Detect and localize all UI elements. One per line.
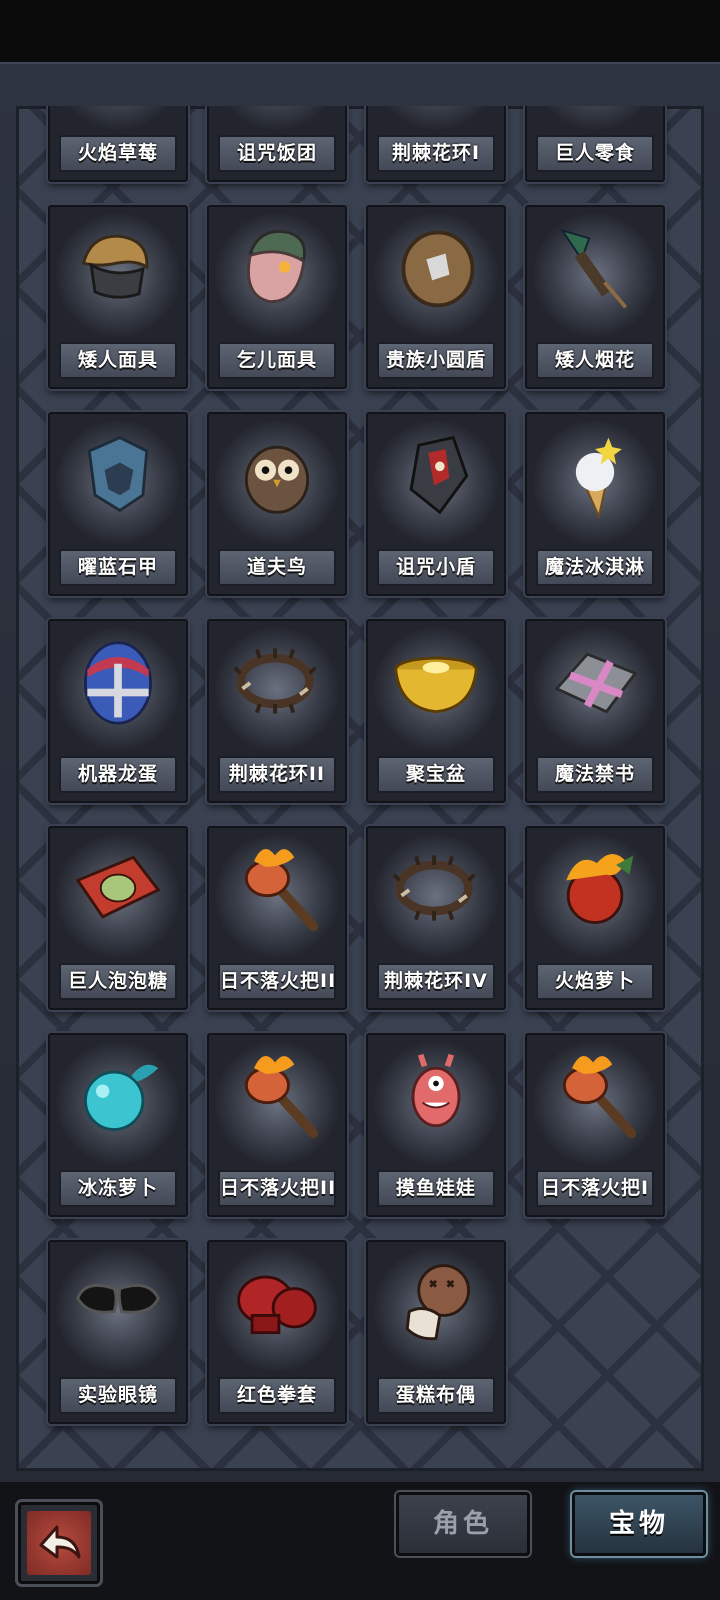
treasure-card[interactable]: 荆棘花环II	[207, 619, 347, 803]
treasure-label: 红色拳套	[218, 1377, 336, 1414]
treasure-card[interactable]: 矮人面具	[48, 205, 188, 389]
giant-bubblegum-icon	[72, 842, 164, 934]
forbidden-book-icon	[549, 635, 641, 727]
treasure-card[interactable]: 贵族小圆盾	[366, 205, 506, 389]
treasure-card[interactable]: 乞儿面具	[207, 205, 347, 389]
treasure-card[interactable]: 巨人零食	[525, 106, 665, 182]
treasure-grid-panel[interactable]: 火焰草莓可诅咒饭团荆棘花环I 巨人零食矮人面具 乞儿面具 贵族小圆盾 矮人烟花曜蓝石甲 道…	[16, 106, 704, 1471]
blue-stone-armor-icon	[72, 428, 164, 520]
thorn-wreath-icon	[390, 842, 482, 934]
treasure-label: 火焰草莓	[59, 135, 177, 172]
treasure-card[interactable]: 诅咒小盾	[366, 412, 506, 596]
treasure-label: 巨人零食	[536, 135, 654, 172]
treasure-card[interactable]: 摸鱼娃娃	[366, 1033, 506, 1217]
status-bar	[0, 0, 720, 62]
treasure-card[interactable]: 冰冻萝卜	[48, 1033, 188, 1217]
treasure-label: 荆棘花环II	[218, 756, 336, 793]
treasure-card[interactable]: 蛋糕布偶	[366, 1240, 506, 1424]
card-glow	[533, 106, 657, 130]
treasure-label: 实验眼镜	[59, 1377, 177, 1414]
treasure-card[interactable]: 曜蓝石甲	[48, 412, 188, 596]
beggar-mask-icon	[231, 221, 323, 313]
torch-icon	[549, 1049, 641, 1141]
treasure-card[interactable]: 机器龙蛋	[48, 619, 188, 803]
treasure-label: 贵族小圆盾	[377, 342, 495, 379]
treasure-card[interactable]: 红色拳套	[207, 1240, 347, 1424]
treasure-card[interactable]: 日不落火把II	[207, 1033, 347, 1217]
treasure-card[interactable]: 巨人泡泡糖	[48, 826, 188, 1010]
dwarf-firework-icon	[549, 221, 641, 313]
treasure-card[interactable]: 聚宝盆	[366, 619, 506, 803]
treasure-label: 冰冻萝卜	[59, 1170, 177, 1207]
treasure-label: 日不落火把I	[536, 1170, 654, 1207]
treasure-label: 摸鱼娃娃	[377, 1170, 495, 1207]
treasure-label: 荆棘花环IV	[377, 963, 495, 1000]
treasure-card[interactable]: 火焰草莓	[48, 106, 188, 182]
treasure-card[interactable]: 道夫鸟	[207, 412, 347, 596]
lab-goggles-icon	[72, 1256, 164, 1348]
treasure-label: 日不落火把II	[218, 963, 336, 1000]
treasure-label: 聚宝盆	[377, 756, 495, 793]
card-glow	[374, 106, 498, 130]
torch-icon	[231, 1049, 323, 1141]
treasure-label: 魔法冰淇淋	[536, 549, 654, 586]
treasure-bowl-icon	[390, 635, 482, 727]
treasure-card[interactable]: 矮人烟花	[525, 205, 665, 389]
treasure-card[interactable]: 荆棘花环I	[366, 106, 506, 182]
treasure-card[interactable]: 日不落火把II	[207, 826, 347, 1010]
mech-dragon-egg-icon	[72, 635, 164, 727]
tab-role[interactable]: 角色	[396, 1492, 530, 1556]
owl-bird-icon	[231, 428, 323, 520]
treasure-card[interactable]: 火焰萝卜	[525, 826, 665, 1010]
dwarf-mask-icon	[72, 221, 164, 313]
treasure-label: 道夫鸟	[218, 549, 336, 586]
slacker-doll-icon	[390, 1049, 482, 1141]
treasure-card[interactable]: 魔法禁书	[525, 619, 665, 803]
treasure-card[interactable]: 日不落火把I	[525, 1033, 665, 1217]
treasure-label: 荆棘花环I	[377, 135, 495, 172]
frozen-radish-icon	[72, 1049, 164, 1141]
card-glow	[56, 106, 180, 130]
thorn-wreath-icon	[231, 635, 323, 727]
treasure-label: 曜蓝石甲	[59, 549, 177, 586]
noble-buckler-icon	[390, 221, 482, 313]
treasure-label: 矮人面具	[59, 342, 177, 379]
cake-doll-icon	[390, 1256, 482, 1348]
treasure-label: 日不落火把II	[218, 1170, 336, 1207]
back-button[interactable]	[18, 1502, 100, 1584]
treasure-label: 魔法禁书	[536, 756, 654, 793]
treasure-card[interactable]: 实验眼镜	[48, 1240, 188, 1424]
tab-treasure[interactable]: 宝物	[572, 1492, 706, 1556]
treasure-label: 机器龙蛋	[59, 756, 177, 793]
treasure-label: 诅咒饭团	[218, 135, 336, 172]
treasure-label: 矮人烟花	[536, 342, 654, 379]
treasure-card[interactable]: 可诅咒饭团	[207, 106, 347, 182]
treasure-card[interactable]: 魔法冰淇淋	[525, 412, 665, 596]
treasure-label: 乞儿面具	[218, 342, 336, 379]
treasure-label: 火焰萝卜	[536, 963, 654, 1000]
fire-radish-icon	[549, 842, 641, 934]
card-glow	[215, 106, 339, 130]
treasure-label: 蛋糕布偶	[377, 1377, 495, 1414]
treasure-label: 巨人泡泡糖	[59, 963, 177, 1000]
cursed-shield-icon	[390, 428, 482, 520]
treasure-label: 诅咒小盾	[377, 549, 495, 586]
back-arrow-icon	[27, 1511, 91, 1575]
treasure-card[interactable]: 荆棘花环IV	[366, 826, 506, 1010]
torch-icon	[231, 842, 323, 934]
magic-ice-cream-icon	[549, 428, 641, 520]
boxing-glove-icon	[231, 1256, 323, 1348]
